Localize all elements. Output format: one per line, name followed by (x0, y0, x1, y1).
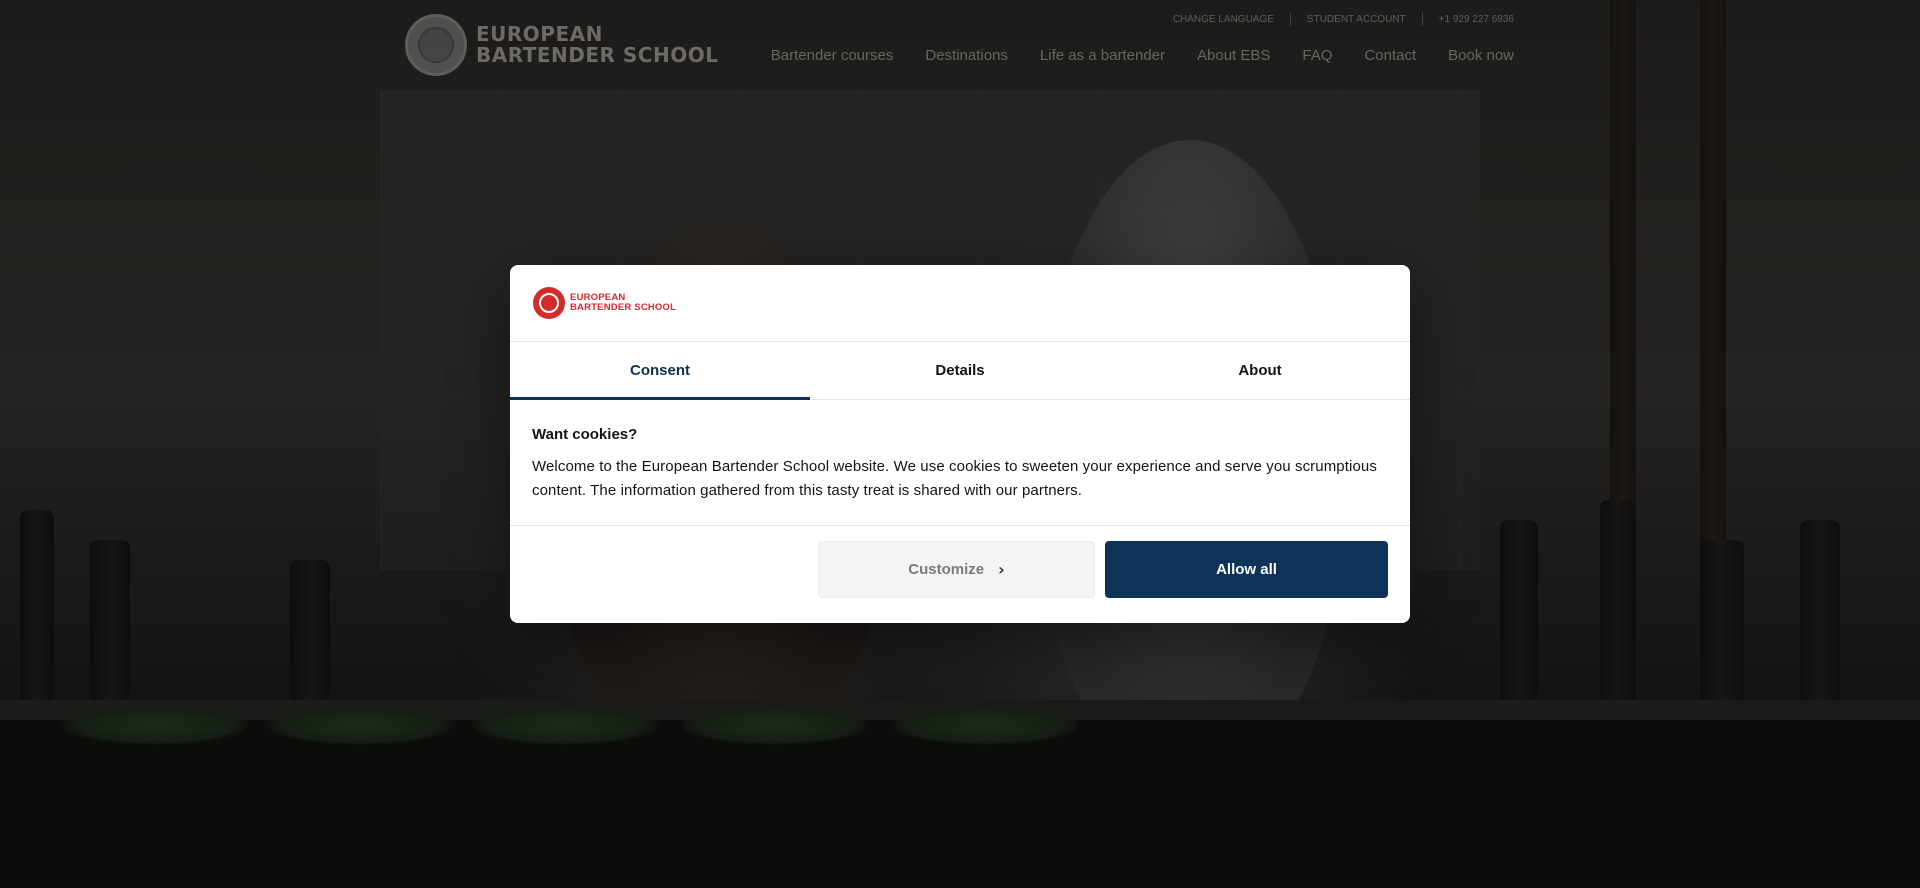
site-logo[interactable]: EUROPEAN BARTENDER SCHOOL (405, 14, 718, 76)
customize-button[interactable]: Customize › (818, 541, 1095, 598)
chevron-right-icon: › (998, 560, 1005, 579)
allow-all-button[interactable]: Allow all (1105, 541, 1388, 598)
dialog-actions: Customize › Allow all (510, 526, 1410, 598)
dialog-logo-line2: BARTENDER SCHOOL (570, 302, 677, 313)
tab-about[interactable]: About (1110, 342, 1410, 399)
tab-consent[interactable]: Consent (510, 342, 810, 400)
dialog-heading: Want cookies? (532, 426, 1388, 443)
logo-badge-icon (405, 14, 467, 76)
school-crest-icon (533, 287, 565, 319)
nav-bartender-courses[interactable]: Bartender courses (771, 47, 894, 64)
logo-text-line1: EUROPEAN (476, 22, 603, 46)
nav-book-now[interactable]: Book now (1448, 47, 1514, 64)
cookie-consent-dialog: EUROPEAN BARTENDER SCHOOL Consent Detail… (510, 265, 1410, 623)
main-nav: Bartender courses Destinations Life as a… (739, 47, 1514, 64)
nav-faq[interactable]: FAQ (1302, 47, 1332, 64)
site-header: EUROPEAN BARTENDER SCHOOL CHANGE LANGUAG… (0, 0, 1920, 90)
utility-nav: CHANGE LANGUAGE STUDENT ACCOUNT +1 929 2… (1157, 12, 1514, 26)
nav-destinations[interactable]: Destinations (925, 47, 1008, 64)
dialog-heading-text: Want cookies? (532, 426, 638, 443)
nav-contact[interactable]: Contact (1364, 47, 1416, 64)
customize-button-label: Customize (908, 561, 985, 578)
dialog-tabs: Consent Details About (510, 342, 1410, 400)
dialog-logo: EUROPEAN BARTENDER SCHOOL (510, 265, 1410, 342)
change-language-link[interactable]: CHANGE LANGUAGE (1157, 14, 1290, 25)
dialog-message: Welcome to the European Bartender School… (532, 458, 1377, 499)
dialog-body: Want cookies? Welcome to the European Ba… (510, 400, 1410, 526)
phone-link[interactable]: +1 929 227 6936 (1423, 14, 1514, 25)
tab-details[interactable]: Details (810, 342, 1110, 399)
student-account-link[interactable]: STUDENT ACCOUNT (1291, 14, 1422, 25)
nav-life-as-a-bartender[interactable]: Life as a bartender (1040, 47, 1165, 64)
nav-about-ebs[interactable]: About EBS (1197, 47, 1270, 64)
logo-text-line2: BARTENDER SCHOOL (476, 43, 719, 67)
